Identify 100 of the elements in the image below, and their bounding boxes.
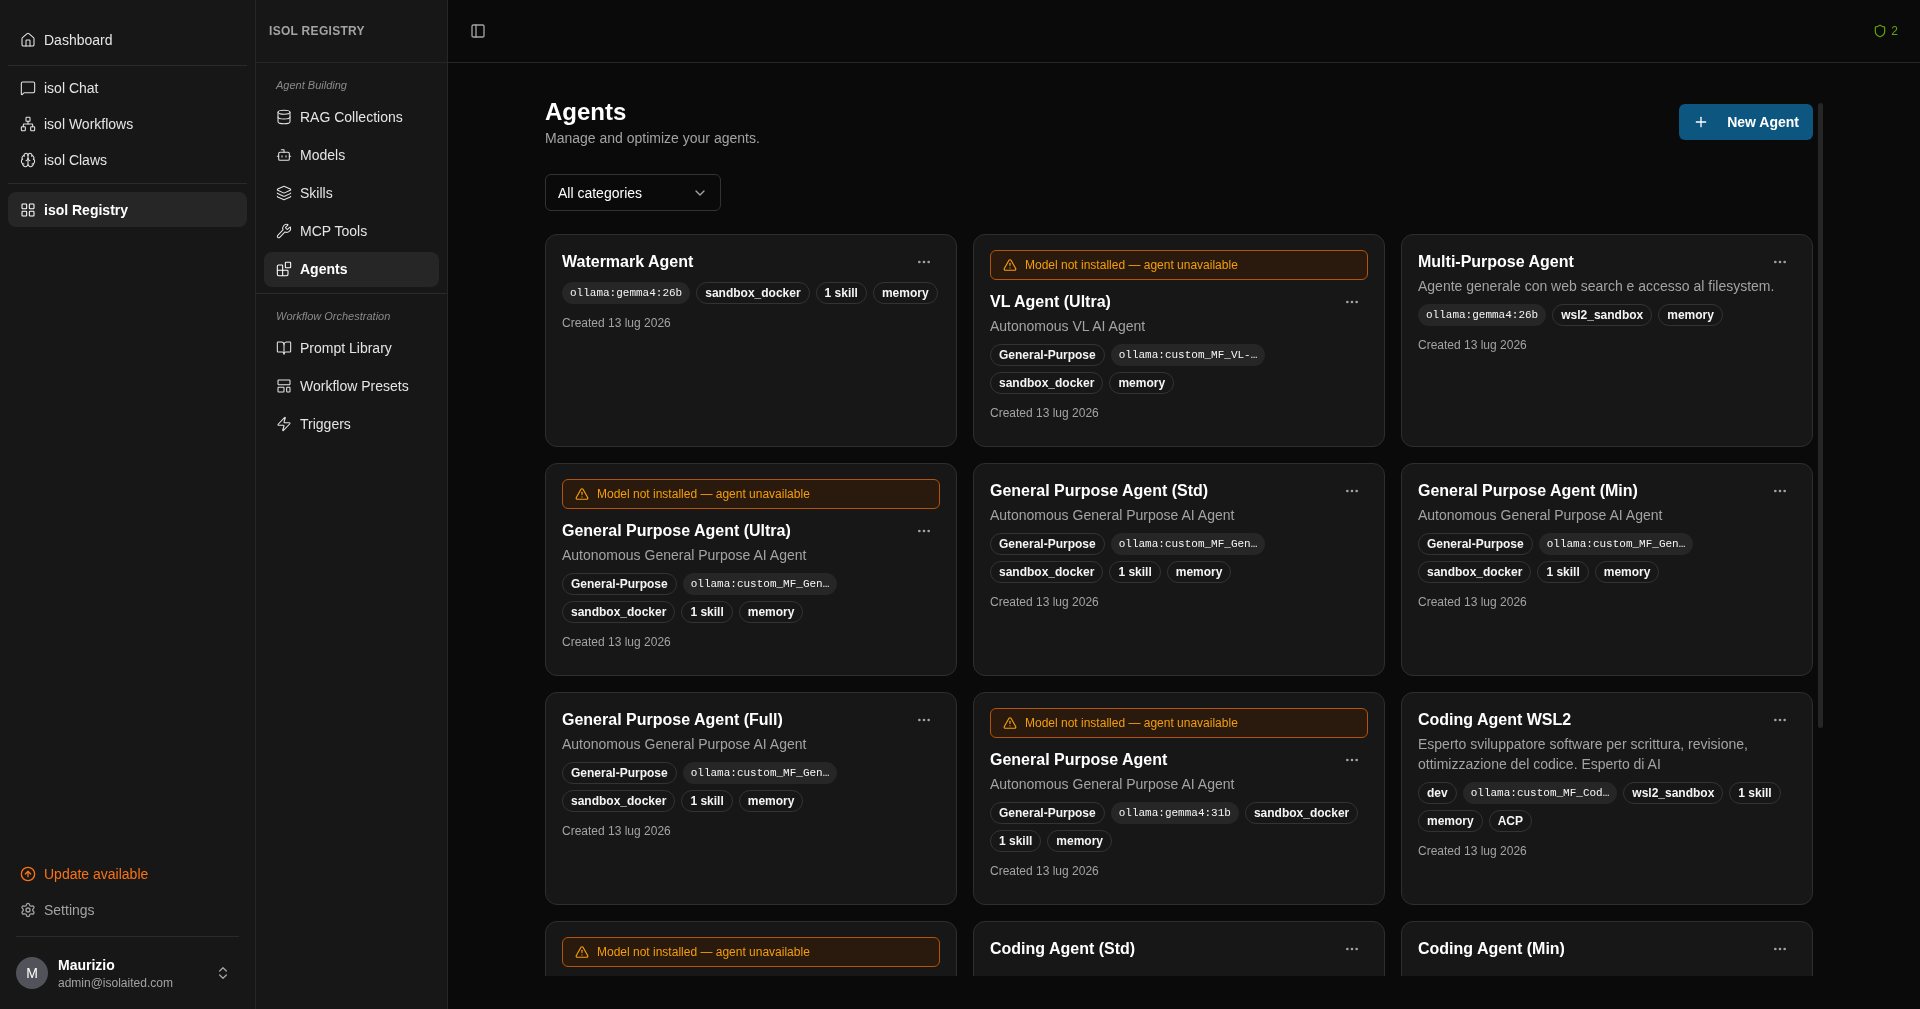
agent-card[interactable]: General Purpose Agent (Full) Autonomous General Purpose AI Agent General-Purpose ollama:custom_MF_Gen… sandbox_docker 1 skill memory Created 13 lug 2026	[545, 692, 957, 905]
sidebar-toggle-icon[interactable]	[470, 23, 486, 39]
warning-text: Model not installed — agent unavailable	[597, 944, 810, 961]
created-date: Created 13 lug 2026	[1418, 594, 1528, 611]
settings-link[interactable]: Settings	[8, 892, 247, 928]
warning-text: Model not installed — agent unavailable	[597, 486, 810, 503]
agent-name: Coding Agent (Min)	[1418, 939, 1565, 959]
created-date: Created 13 lug 2026	[990, 594, 1100, 611]
model-tag: ollama:custom_MF_Cod…	[1462, 782, 1618, 804]
avatar: M	[16, 957, 48, 989]
agent-name: General Purpose Agent	[990, 750, 1168, 770]
chat-icon	[20, 79, 36, 96]
nav-item[interactable]: Workflow Presets	[264, 368, 439, 403]
agent-name: General Purpose Agent (Min)	[1418, 481, 1638, 501]
brain-icon	[20, 151, 36, 168]
created-date: Created 13 lug 2026	[1418, 337, 1528, 354]
nav-item[interactable]: Agents	[264, 251, 439, 287]
robot-icon	[276, 147, 292, 163]
nav-item[interactable]: Models	[264, 137, 439, 173]
agent-card[interactable]: Model not installed — agent unavailable	[545, 921, 957, 976]
agent-card[interactable]: Model not installed — agent unavailable General Purpose Agent Autonomous General Purpose AI Agent General-Purpose ollama:gemma4:31b sandbox_docker 1 skill memory Created 13 lug 2026	[973, 692, 1385, 905]
created-date: Created 13 lug 2026	[990, 405, 1100, 422]
new-agent-button[interactable]: New Agent	[1679, 104, 1813, 140]
model-tag: ollama:custom_MF_VL-…	[1110, 344, 1266, 366]
section-heading: Agent Building	[274, 78, 348, 93]
user-email: admin@isolaited.com	[58, 975, 174, 991]
model-tag: ollama:gemma4:31b	[1110, 802, 1239, 824]
book-icon	[276, 339, 292, 356]
section-heading: Workflow Orchestration	[275, 308, 392, 324]
nav-item[interactable]: isol Workflows	[8, 106, 247, 141]
nav-item[interactable]: Skills	[264, 175, 439, 211]
page-subtitle: Manage and optimize your agents.	[545, 129, 760, 148]
created-date: Created 13 lug 2026	[1418, 843, 1528, 860]
warning-icon	[575, 487, 589, 501]
security-badge[interactable]: 2	[1873, 23, 1898, 39]
agent-description: Esperto sviluppatore software per scrittura, revisione, ottimizzazione del codice. Esperto di AI	[1418, 735, 1749, 774]
layers-icon	[276, 185, 292, 201]
agent-description: Autonomous General Purpose AI Agent	[990, 506, 1236, 525]
agent-name: Coding Agent WSL2	[1418, 710, 1572, 730]
created-date: Created 13 lug 2026	[990, 863, 1100, 880]
nav-item[interactable]: isol Registry	[8, 192, 247, 227]
agent-description: Agente generale con web search e accesso al filesystem.	[1418, 277, 1776, 296]
agent-name: Multi-Purpose Agent	[1418, 252, 1574, 272]
nav-item[interactable]: Triggers	[264, 406, 439, 441]
agent-card[interactable]: Coding Agent WSL2 Esperto sviluppatore software per scrittura, revisione, ottimizzazione del codice. Esperto di AI dev ollama:custom_MF_Cod… wsl2_sandbox 1 skill memory ACP Created 13 lug 2026	[1401, 692, 1813, 905]
created-date: Created 13 lug 2026	[562, 315, 672, 332]
model-tag: ollama:custom_MF_Gen…	[682, 762, 838, 784]
agent-card[interactable]: General Purpose Agent (Min) Autonomous General Purpose AI Agent General-Purpose ollama:custom_MF_Gen… sandbox_docker 1 skill memory Created 13 lug 2026	[1401, 463, 1813, 676]
warning-text: Model not installed — agent unavailable	[1025, 257, 1238, 274]
agent-card[interactable]: General Purpose Agent (Std) Autonomous General Purpose AI Agent General-Purpose ollama:custom_MF_Gen… sandbox_docker 1 skill memory Created 13 lug 2026	[973, 463, 1385, 676]
model-tag: ollama:gemma4:26b	[562, 282, 691, 304]
shield-icon	[1873, 24, 1888, 38]
update-link[interactable]: Update available	[8, 856, 247, 892]
settings-icon	[20, 902, 36, 918]
grid-icon	[20, 201, 36, 218]
agent-card[interactable]: Model not installed — agent unavailable VL Agent (Ultra) Autonomous VL AI Agent General-Purpose ollama:custom_MF_VL-… sandbox_docker memory Created 13 lug 2026	[973, 234, 1385, 447]
warning-icon	[1003, 258, 1017, 272]
agent-name: VL Agent (Ultra)	[990, 292, 1111, 312]
agent-name: General Purpose Agent (Full)	[562, 710, 783, 730]
agent-name: Watermark Agent	[562, 252, 694, 272]
model-tag: ollama:custom_MF_Gen…	[1538, 533, 1694, 555]
category-select[interactable]: All categories	[545, 174, 721, 211]
user-name: Maurizio	[58, 956, 116, 975]
workflow-icon	[20, 115, 36, 132]
nav-item[interactable]: Prompt Library	[264, 330, 439, 365]
template-icon	[276, 377, 292, 394]
home-icon	[20, 31, 36, 48]
agent-name: General Purpose Agent (Std)	[990, 481, 1209, 501]
warning-icon	[575, 945, 589, 959]
lightning-icon	[276, 415, 292, 432]
agent-description: Autonomous General Purpose AI Agent	[990, 775, 1236, 794]
agent-description: Autonomous General Purpose AI Agent	[562, 546, 808, 565]
sidebar-title: ISOL REGISTRY	[269, 23, 365, 40]
model-tag: ollama:custom_MF_Gen…	[682, 573, 838, 595]
user-menu[interactable]: M Maurizio admin@isolaited.com	[0, 937, 255, 1009]
created-date: Created 13 lug 2026	[562, 634, 672, 651]
agent-name: Coding Agent (Std)	[990, 939, 1136, 959]
agent-card[interactable]: Coding Agent (Std)	[973, 921, 1385, 976]
nav-item[interactable]: MCP Tools	[264, 213, 439, 249]
nav-item[interactable]: isol Chat	[8, 70, 247, 105]
agent-card[interactable]: Multi-Purpose Agent Agente generale con web search e accesso al filesystem. ollama:gemma4:26b wsl2_sandbox memory Created 13 lug 2026	[1401, 234, 1813, 447]
agent-card[interactable]: Watermark Agent ollama:gemma4:26b sandbox_docker 1 skill memory Created 13 lug 2026	[545, 234, 957, 447]
wrench-icon	[276, 223, 292, 239]
model-tag: ollama:custom_MF_Gen…	[1110, 533, 1266, 555]
agent-card[interactable]: Model not installed — agent unavailable General Purpose Agent (Ultra) Autonomous General Purpose AI Agent General-Purpose ollama:custom_MF_Gen… sandbox_docker 1 skill memory Created 13 lug 2026	[545, 463, 957, 676]
nav-item[interactable]: isol Claws	[8, 142, 247, 177]
agent-description: Autonomous General Purpose AI Agent	[562, 735, 808, 754]
model-tag: ollama:gemma4:26b	[1418, 304, 1547, 326]
warning-icon	[1003, 716, 1017, 730]
nav-item[interactable]: Dashboard	[8, 22, 247, 57]
scrollbar[interactable]	[1818, 103, 1823, 728]
agent-description: Autonomous VL AI Agent	[990, 317, 1147, 336]
blocks-icon	[276, 261, 292, 277]
warning-text: Model not installed — agent unavailable	[1025, 715, 1238, 732]
agent-description: Autonomous General Purpose AI Agent	[1418, 506, 1664, 525]
nav-item[interactable]: RAG Collections	[264, 99, 439, 135]
database-icon	[276, 109, 292, 125]
created-date: Created 13 lug 2026	[562, 823, 672, 840]
agent-name: General Purpose Agent (Ultra)	[562, 521, 791, 541]
agent-card[interactable]: Coding Agent (Min)	[1401, 921, 1813, 976]
